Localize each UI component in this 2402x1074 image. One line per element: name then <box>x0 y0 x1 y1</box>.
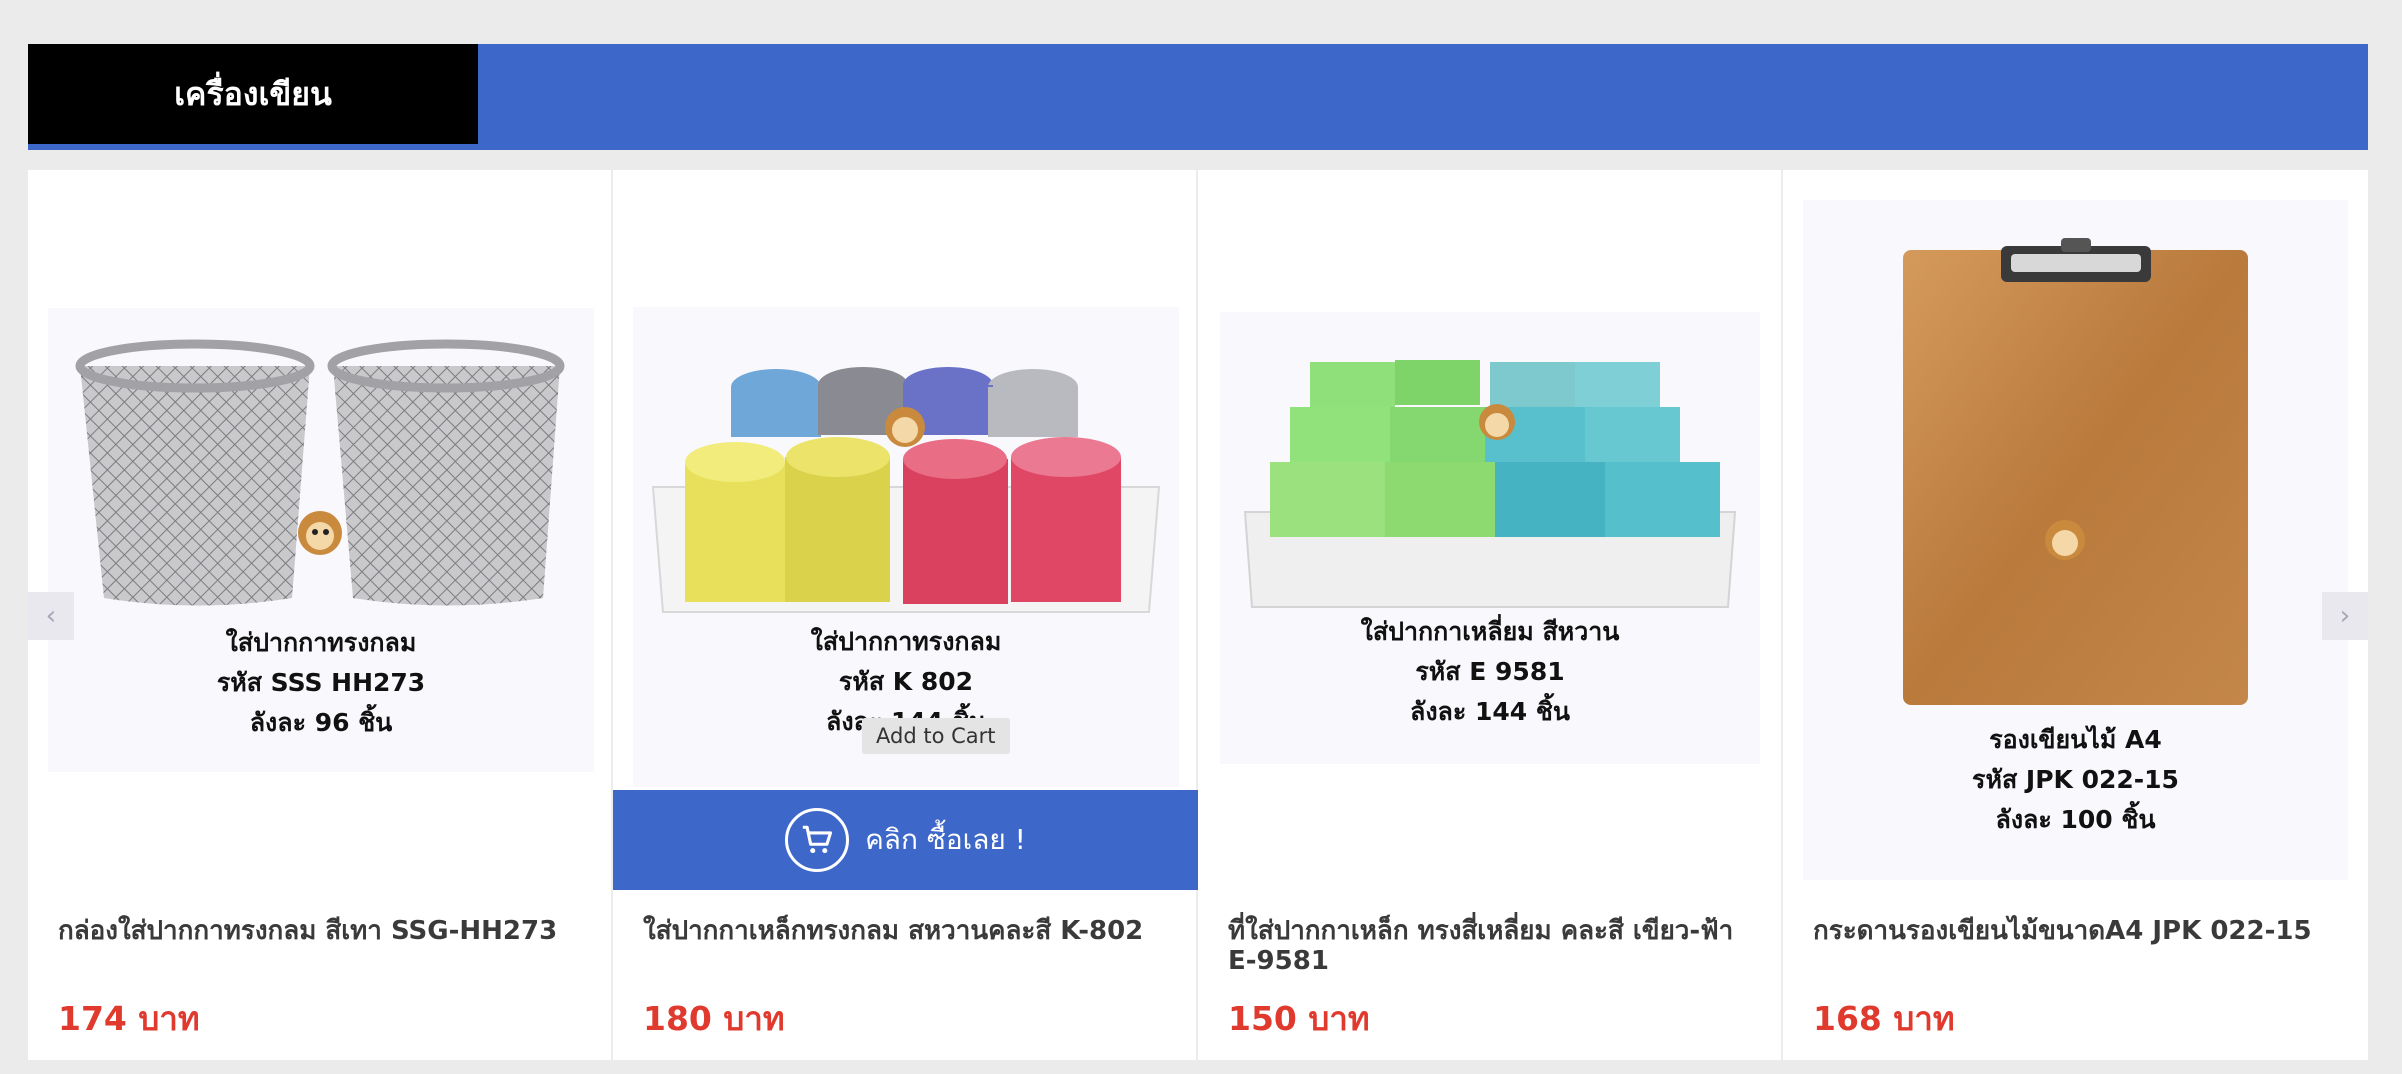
product-card[interactable]: ใส่ปากกาทรงกลม รหัส SSS HH273 ลังละ 96 ช… <box>28 170 613 1060</box>
square-pen-holders-tray-image <box>1243 360 1737 608</box>
product-price: 180 บาท <box>643 999 785 1038</box>
product-name[interactable]: ที่ใส่ปากกาเหล็ก ทรงสี่เหลี่ยม คละสี เขี… <box>1228 916 1758 976</box>
product-price: 168 บาท <box>1813 999 1955 1038</box>
product-caption: ใส่ปากกาเหลี่ยม สีหวาน รหัส E 9581 ลังละ… <box>1360 617 1620 726</box>
pen-holder-pair-image <box>75 339 565 606</box>
add-to-cart-tooltip: Add to Cart <box>862 718 1010 754</box>
product-card[interactable]: รองเขียนไม้ A4 รหัส JPK 022-15 ลังละ 100… <box>1783 170 2368 1060</box>
chevron-right-icon: › <box>2339 601 2351 631</box>
product-name[interactable]: ใส่ปากกาเหล็กทรงกลม สหวานคละสี K-802 <box>643 916 1173 946</box>
colored-pen-holders-tray-image <box>651 367 1161 613</box>
product-card[interactable]: ใส่ปากกาเหลี่ยม สีหวาน รหัส E 9581 ลังละ… <box>1198 170 1783 1060</box>
add-to-cart-label: คลิก ซื้อเลย ! <box>865 823 1026 856</box>
product-caption: รองเขียนไม้ A4 รหัส JPK 022-15 ลังละ 100… <box>1972 725 2179 834</box>
product-caption: ใส่ปากกาทรงกลม รหัส SSS HH273 ลังละ 96 ช… <box>216 628 426 737</box>
add-to-cart-button[interactable]: คลิก ซื้อเลย ! <box>613 790 1198 890</box>
product-carousel: ใส่ปากกาทรงกลม รหัส SSS HH273 ลังละ 96 ช… <box>28 170 2368 1060</box>
product-image[interactable]: ใส่ปากกาเหลี่ยม สีหวาน รหัส E 9581 ลังละ… <box>1220 312 1760 764</box>
section-title-tab[interactable]: เครื่องเขียน <box>28 44 478 144</box>
carousel-next-button[interactable]: › <box>2322 592 2368 640</box>
section-title: เครื่องเขียน <box>174 74 332 113</box>
product-image[interactable]: ใส่ปากกาทรงกลม รหัส K 802 ลังละ 144 ชิ้น <box>633 307 1179 787</box>
product-card[interactable]: ใส่ปากกาทรงกลม รหัส K 802 ลังละ 144 ชิ้น… <box>613 170 1198 1060</box>
product-name[interactable]: กล่องใส่ปากกาทรงกลม สีเทา SSG-HH273 <box>58 916 588 946</box>
product-price: 150 บาท <box>1228 999 1370 1038</box>
product-image[interactable]: รองเขียนไม้ A4 รหัส JPK 022-15 ลังละ 100… <box>1803 200 2348 880</box>
carousel-prev-button[interactable]: ‹ <box>28 592 74 640</box>
product-price: 174 บาท <box>58 999 200 1038</box>
wooden-clipboard-image <box>1903 238 2248 705</box>
section-header: เครื่องเขียน <box>28 44 2368 150</box>
product-image[interactable]: ใส่ปากกาทรงกลม รหัส SSS HH273 ลังละ 96 ช… <box>48 308 594 772</box>
chevron-left-icon: ‹ <box>45 601 57 631</box>
cart-icon <box>785 808 850 872</box>
product-name[interactable]: กระดานรองเขียนไม้ขนาดA4 JPK 022-15 <box>1813 916 2343 946</box>
